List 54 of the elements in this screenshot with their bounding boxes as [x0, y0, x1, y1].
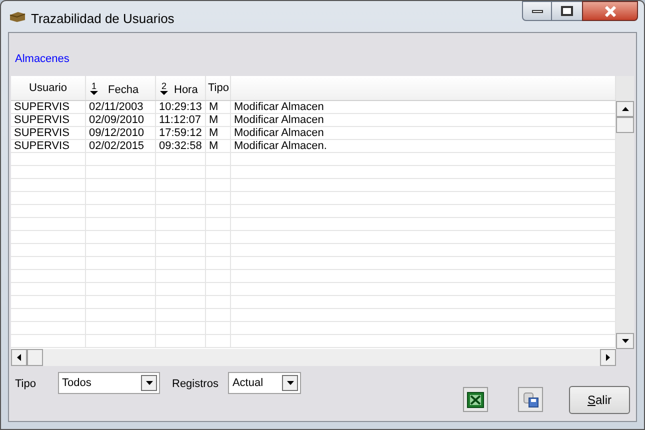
scroll-up-button[interactable] [616, 101, 634, 117]
table-cell: M [206, 127, 231, 139]
dropdown[interactable]: Actual [228, 372, 302, 394]
window-title: Trazabilidad de Usuarios [31, 10, 174, 28]
sort-order: 1 [91, 82, 96, 90]
scroll-left-button[interactable] [11, 349, 27, 366]
maximize-button[interactable] [552, 1, 582, 21]
dropdown[interactable]: Todos [58, 372, 160, 394]
table-cell: 09/12/2010 [86, 127, 156, 139]
column-label: Fecha [108, 82, 139, 98]
up-arrow-icon [622, 107, 628, 111]
table-cell: SUPERVIS [11, 114, 86, 126]
table-cell: 11:12:07 [156, 114, 206, 126]
scroll-right-button[interactable] [600, 349, 616, 366]
scroll-thumb[interactable] [27, 349, 43, 366]
table-cell: 02/11/2003 [86, 101, 156, 113]
exit-button[interactable]: Salir [569, 386, 630, 414]
left-arrow-icon [17, 354, 21, 361]
horizontal-scrollbar[interactable] [11, 349, 616, 366]
close-button[interactable] [582, 1, 638, 21]
sort-order: 2 [161, 82, 166, 90]
sort-arrow-icon [90, 90, 98, 94]
column-header[interactable]: Usuario [11, 76, 86, 100]
excel-export-button[interactable] [463, 387, 488, 412]
down-arrow-icon [622, 339, 628, 343]
filter-label: Registros [172, 377, 218, 392]
section-link[interactable]: Almacenes [15, 50, 70, 67]
table-cell: 02/02/2015 [86, 140, 156, 152]
table-cell: 17:59:12 [156, 127, 206, 139]
table-cell: 02/09/2010 [86, 114, 156, 126]
table-cell: SUPERVIS [11, 101, 86, 113]
disk-stack-icon [522, 392, 538, 408]
spreadsheet-icon [467, 392, 484, 408]
table-cell: SUPERVIS [11, 140, 86, 152]
column-header[interactable]: 1 Fecha [86, 76, 156, 100]
table-cell: 09:32:58 [156, 140, 206, 152]
box-icon [9, 11, 26, 23]
save-button[interactable] [518, 387, 543, 412]
scroll-thumb[interactable] [616, 117, 634, 133]
sort-arrow-icon [160, 90, 168, 94]
vertical-scrollbar[interactable] [616, 101, 634, 349]
column-header[interactable]: Tipo [206, 76, 231, 100]
minimize-button[interactable] [522, 1, 552, 21]
column-header[interactable]: 2 Hora [156, 76, 206, 100]
table-cell: 10:29:13 [156, 101, 206, 113]
right-arrow-icon [606, 354, 610, 361]
scroll-down-button[interactable] [616, 333, 634, 349]
close-icon [604, 6, 616, 16]
table-cell: SUPERVIS [11, 127, 86, 139]
filter-label: Tipo [15, 377, 36, 392]
table-cell: M [206, 101, 231, 113]
column-label: Hora [174, 82, 198, 98]
table-cell: M [206, 140, 231, 152]
table-cell: M [206, 114, 231, 126]
